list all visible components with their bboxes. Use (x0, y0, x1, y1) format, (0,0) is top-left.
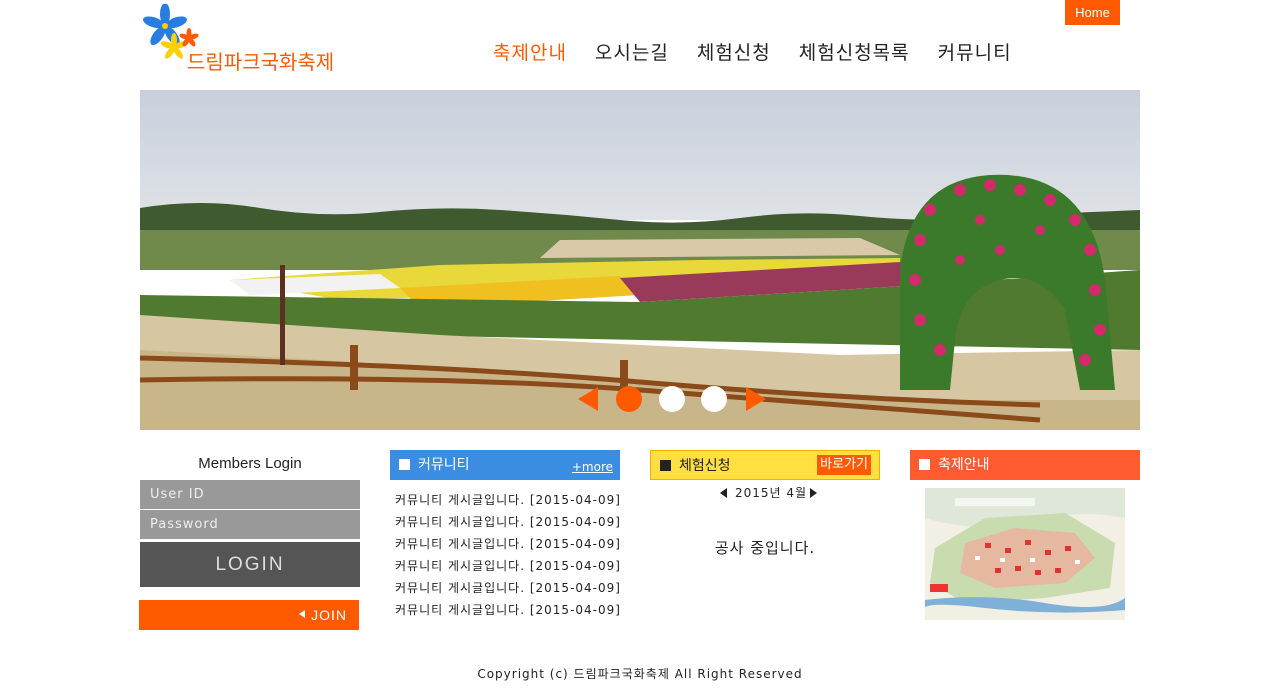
construction-notice: 공사 중입니다. (714, 539, 816, 557)
slider-next-arrow-icon[interactable] (746, 387, 766, 411)
slider-dot-3[interactable] (701, 386, 727, 412)
nav-item-festival-info[interactable]: 축제안내 (493, 38, 567, 65)
calendar-nav: 2015년 4월 (720, 484, 820, 502)
festival-title: 축제안내 (938, 457, 990, 473)
festival-map-illustration (923, 488, 1125, 620)
join-label: JOIN (311, 607, 347, 623)
page: Home 드림파크국화축제 축제안내 오시는길 체험신청 체험신청목록 커뮤니티… (0, 0, 1280, 700)
nav-item-experience-list[interactable]: 체험신청목록 (799, 38, 910, 65)
list-item[interactable]: 커뮤니티 게시글입니다. [2015-04-09] (395, 579, 625, 601)
square-bullet-icon (660, 460, 671, 471)
userid-input[interactable] (140, 480, 360, 510)
community-post-list: 커뮤니티 게시글입니다. [2015-04-09] 커뮤니티 게시글입니다. [… (395, 491, 625, 623)
login-box: Members Login LOGIN (140, 450, 360, 587)
list-item[interactable]: 커뮤니티 게시글입니다. [2015-04-09] (395, 557, 625, 579)
login-title: Members Login (198, 455, 302, 472)
nav-item-community[interactable]: 커뮤니티 (938, 38, 1012, 65)
festival-landscape-image (140, 90, 1140, 430)
nav-item-directions[interactable]: 오시는길 (595, 38, 669, 65)
login-button[interactable]: LOGIN (140, 542, 360, 587)
footer-copyright: Copyright (c) 드림파크국화축제 All Right Reserve… (477, 667, 803, 681)
nav-item-experience-apply[interactable]: 체험신청 (697, 38, 771, 65)
slider-dot-2[interactable] (659, 386, 685, 412)
list-item[interactable]: 커뮤니티 게시글입니다. [2015-04-09] (395, 601, 625, 623)
experience-title: 체험신청 (679, 458, 731, 474)
experience-go-button[interactable]: 바로가기 (817, 455, 871, 475)
join-button[interactable]: JOIN (139, 600, 359, 630)
experience-header: 체험신청 바로가기 (650, 450, 880, 480)
calendar-next-icon[interactable] (810, 488, 817, 498)
list-item[interactable]: 커뮤니티 게시글입니다. [2015-04-09] (395, 535, 625, 557)
community-title: 커뮤니티 (418, 457, 470, 473)
square-bullet-icon (919, 459, 930, 470)
hero-slider (140, 90, 1140, 430)
home-button[interactable]: Home (1065, 0, 1120, 25)
password-input[interactable] (140, 510, 360, 540)
calendar-month-label: 2015년 4월 (735, 486, 808, 500)
festival-header: 축제안내 (910, 450, 1140, 480)
slider-controls (578, 385, 768, 413)
list-item[interactable]: 커뮤니티 게시글입니다. [2015-04-09] (395, 513, 625, 535)
community-more-link[interactable]: +more (572, 452, 613, 482)
main-nav: 축제안내 오시는길 체험신청 체험신청목록 커뮤니티 (493, 38, 1040, 65)
list-item[interactable]: 커뮤니티 게시글입니다. [2015-04-09] (395, 491, 625, 513)
logo[interactable]: 드림파크국화축제 (143, 4, 358, 74)
slider-prev-arrow-icon[interactable] (578, 387, 598, 411)
festival-map-image[interactable] (923, 488, 1125, 620)
logo-text: 드림파크국화축제 (187, 50, 335, 74)
calendar-prev-icon[interactable] (720, 488, 727, 498)
community-header: 커뮤니티 +more (390, 450, 620, 480)
slider-dot-1[interactable] (616, 386, 642, 412)
join-arrow-icon (299, 610, 305, 618)
square-bullet-icon (399, 459, 410, 470)
